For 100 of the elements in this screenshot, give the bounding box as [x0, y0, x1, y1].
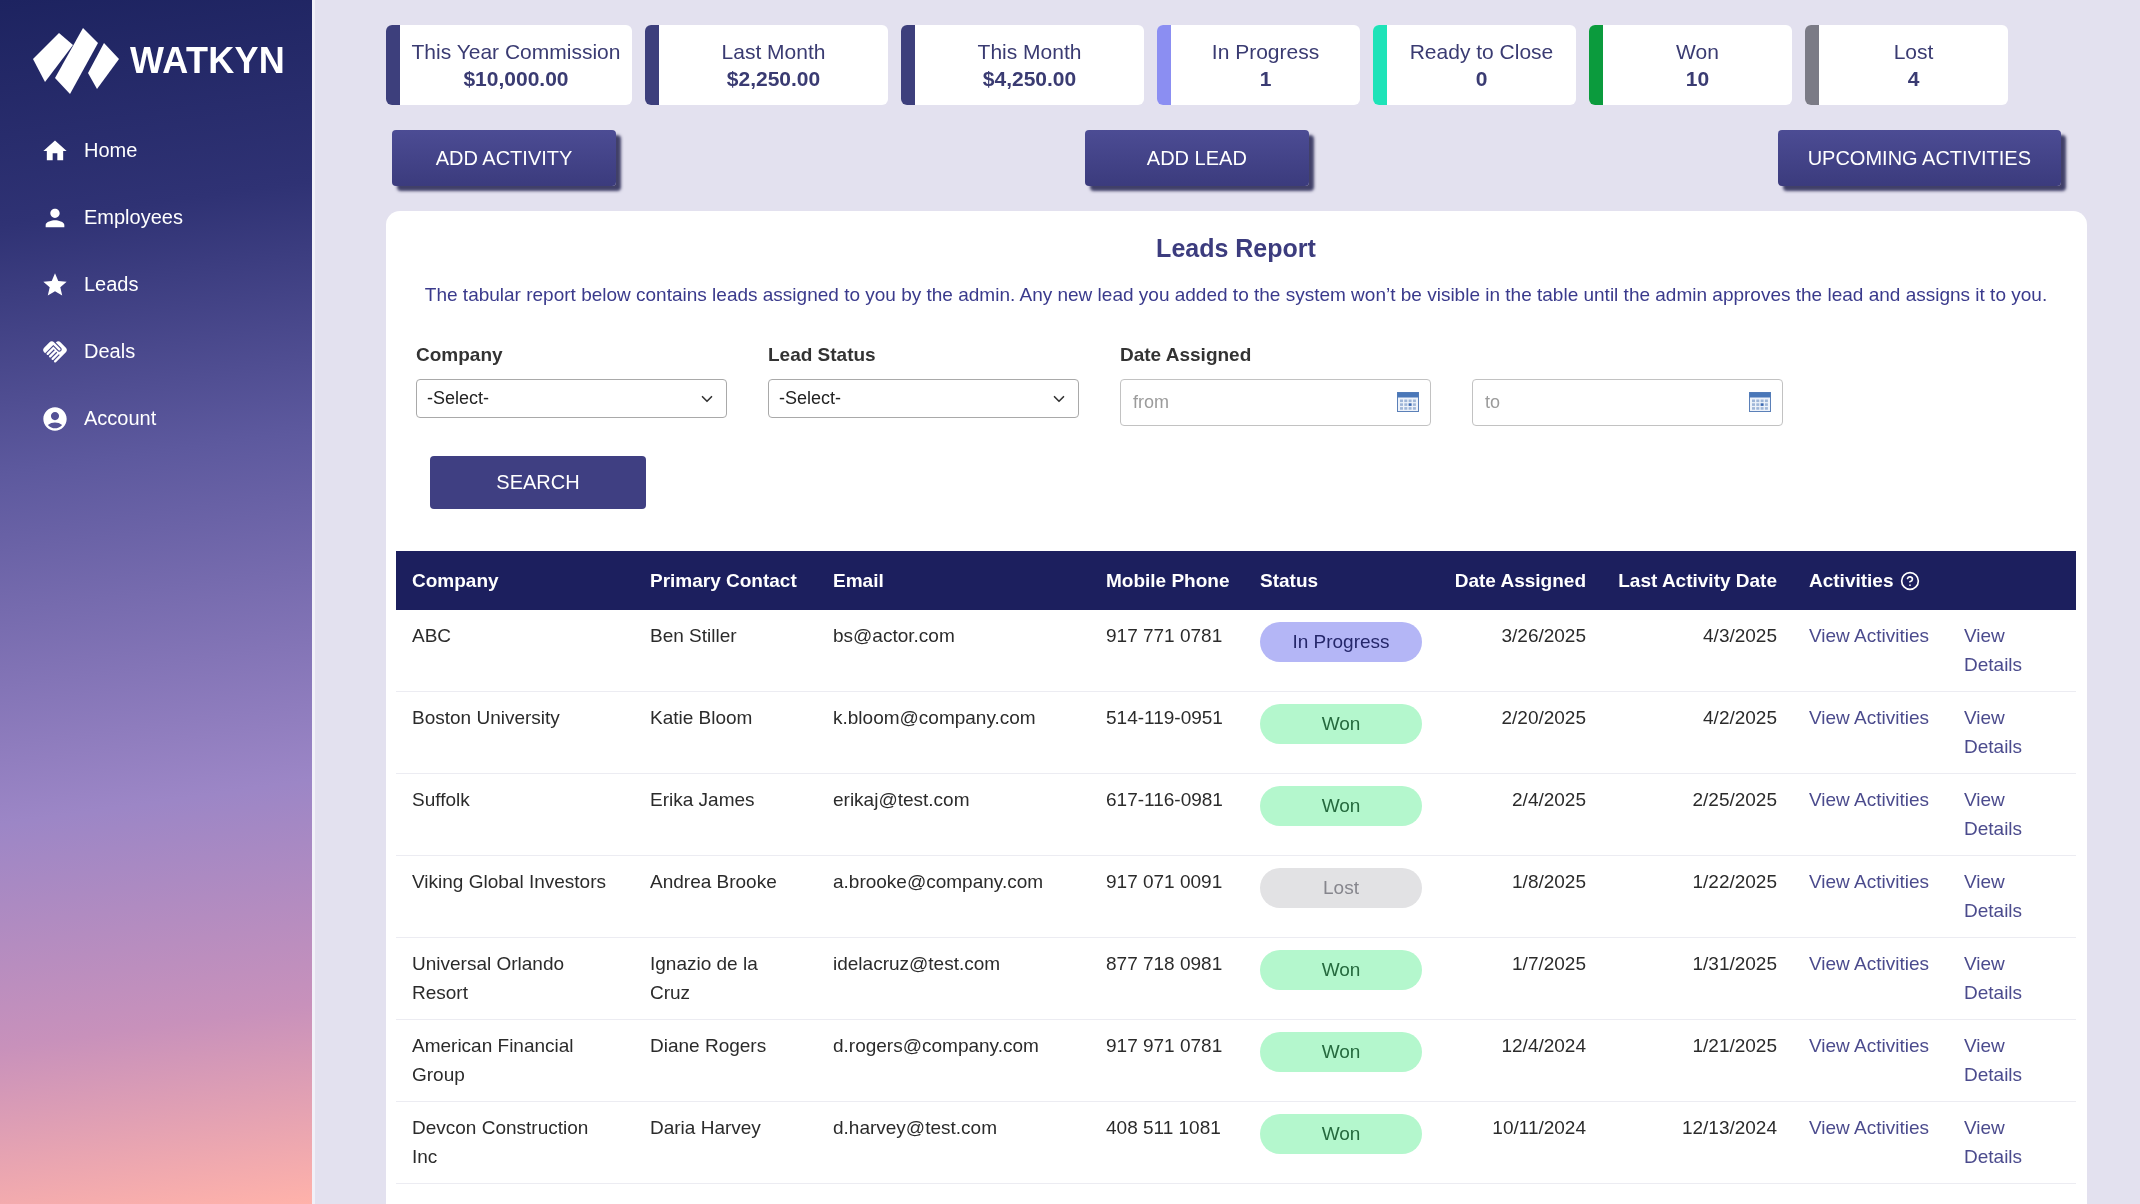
column-header: Activities: [1809, 569, 1894, 591]
nav-item[interactable]: Leads: [41, 251, 312, 318]
select-field[interactable]: -Select-: [768, 379, 1079, 418]
calendar-icon[interactable]: [1397, 392, 1419, 412]
table-cell-text: Diane Rogers: [650, 1034, 767, 1058]
column-header: Mobile Phone: [1106, 569, 1230, 591]
date-field[interactable]: from: [1120, 379, 1431, 426]
view-activities-link[interactable]: View Activities: [1809, 1032, 1930, 1061]
column-header: Date Assigned: [1454, 569, 1586, 591]
stat-label: In Progress: [1211, 39, 1320, 65]
table-cell-text: a.brooke@company.com: [833, 870, 1044, 894]
table-cell-text: k.bloom@company.com: [833, 706, 1036, 730]
column-header: Company: [412, 569, 499, 591]
table-cell-text: Boston University: [412, 706, 560, 730]
table-cell-text: Katie Bloom: [650, 706, 753, 730]
table-cell-text: 4/2/2025: [1703, 706, 1777, 730]
table-cell-text: Devcon Construction Inc: [412, 1116, 590, 1169]
view-activities-link[interactable]: View Activities: [1809, 704, 1930, 733]
status-tag: Won: [1260, 704, 1422, 744]
view-details-link[interactable]: View Details: [1964, 786, 2023, 843]
nav-item[interactable]: Deals: [41, 318, 312, 385]
report-description: The tabular report below contains leads assigned to you by the admin. Any new lead you added to the system won’t be visible in the table until the admin approves the lead and assigns it to you.: [423, 283, 2049, 307]
stat-label: This Month: [977, 39, 1082, 65]
nav-item[interactable]: Account: [41, 385, 312, 452]
status-tag: In Progress: [1260, 622, 1422, 662]
table-cell-text: Ben Stiller: [650, 624, 737, 648]
table-cell-text: Viking Global Investors: [412, 870, 606, 894]
logo-text: WATKYN: [130, 41, 286, 81]
column-header: Primary Contact: [650, 569, 797, 591]
view-details-link[interactable]: View Details: [1964, 622, 2023, 679]
filter-label: Company: [416, 343, 503, 367]
search-button[interactable]: SEARCH: [430, 456, 646, 509]
table-cell-text: 617-116-0981: [1106, 788, 1223, 812]
table-cell-text: Suffolk: [412, 788, 470, 812]
stat-label: This Year Commission: [411, 39, 621, 65]
stat-label: Lost: [1893, 39, 1934, 65]
view-activities-link[interactable]: View Activities: [1809, 950, 1930, 979]
column-header: Last Activity Date: [1618, 569, 1777, 591]
table-cell-text: 1/21/2025: [1692, 1034, 1777, 1058]
column-header: Email: [833, 569, 884, 591]
table-cell-text: 3/26/2025: [1501, 624, 1586, 648]
table-cell-text: 2/20/2025: [1501, 706, 1586, 730]
table-cell-text: 1/7/2025: [1512, 952, 1586, 976]
filter-label: Date Assigned: [1120, 343, 1252, 367]
table-cell-text: American Financial Group: [412, 1034, 575, 1087]
stat-value: 10: [1685, 66, 1710, 92]
stat-label: Ready to Close: [1409, 39, 1554, 65]
table-cell-text: Daria Harvey: [650, 1116, 761, 1140]
table-cell-text: 917 971 0781: [1106, 1034, 1223, 1058]
add-activity-button[interactable]: ADD ACTIVITY: [392, 130, 616, 186]
status-tag: Won: [1260, 950, 1422, 990]
table-cell-text: 408 511 1081: [1106, 1116, 1221, 1140]
stat-value: $2,250.00: [726, 66, 821, 92]
view-activities-link[interactable]: View Activities: [1809, 622, 1930, 651]
table-cell-text: 2/4/2025: [1512, 788, 1586, 812]
stat-value: 4: [1907, 66, 1920, 92]
stat-label: Won: [1676, 39, 1719, 65]
status-tag: Won: [1260, 1032, 1422, 1072]
view-details-link[interactable]: View Details: [1964, 868, 2023, 925]
table-cell-text: 917 771 0781: [1106, 624, 1223, 648]
table-cell-text: 10/11/2024: [1492, 1116, 1586, 1140]
calendar-icon[interactable]: [1749, 392, 1771, 412]
view-activities-link[interactable]: View Activities: [1809, 786, 1930, 815]
date-field[interactable]: to: [1472, 379, 1783, 426]
table-cell-text: 1/31/2025: [1692, 952, 1777, 976]
add-lead-button[interactable]: ADD LEAD: [1084, 130, 1309, 186]
table-cell-text: 12/4/2024: [1501, 1034, 1586, 1058]
table-cell-text: 514-119-0951: [1106, 706, 1223, 730]
nav-item[interactable]: Home: [41, 117, 312, 184]
column-header: Status: [1260, 569, 1319, 591]
view-details-link[interactable]: View Details: [1964, 950, 2023, 1007]
status-tag: Won: [1260, 786, 1422, 826]
table-cell-text: bs@actor.com: [833, 624, 955, 648]
table-cell-text: 917 071 0091: [1106, 870, 1223, 894]
nav-item[interactable]: Employees: [41, 184, 312, 251]
table-cell-text: Andrea Brooke: [650, 870, 777, 894]
view-details-link[interactable]: View Details: [1964, 1114, 2023, 1171]
status-tag: Won: [1260, 1114, 1422, 1154]
table-cell-text: ABC: [412, 624, 452, 648]
table-cell-text: 4/3/2025: [1703, 624, 1777, 648]
table-cell-text: 12/13/2024: [1681, 1116, 1777, 1140]
stat-value: 0: [1475, 66, 1488, 92]
table-cell-text: Universal Orlando Resort: [412, 952, 566, 1005]
table-cell-text: d.harvey@test.com: [833, 1116, 997, 1140]
view-details-link[interactable]: View Details: [1964, 1032, 2023, 1089]
table-cell-text: erikaj@test.com: [833, 788, 970, 812]
table-cell-text: Erika James: [650, 788, 755, 812]
view-activities-link[interactable]: View Activities: [1809, 868, 1930, 897]
filter-label: Lead Status: [768, 343, 876, 367]
upcoming-activities-button[interactable]: UPCOMING ACTIVITIES: [1777, 130, 2061, 186]
select-field[interactable]: -Select-: [416, 379, 727, 418]
stat-value: 1: [1259, 66, 1272, 92]
view-activities-link[interactable]: View Activities: [1809, 1114, 1930, 1143]
view-details-link[interactable]: View Details: [1964, 704, 2023, 761]
table-cell-text: idelacruz@test.com: [833, 952, 1001, 976]
table-cell-text: 1/22/2025: [1692, 870, 1777, 894]
help-icon[interactable]: [1900, 570, 1921, 591]
table-cell-text: d.rogers@company.com: [833, 1034, 1039, 1058]
table-cell-text: 2/25/2025: [1692, 788, 1777, 812]
stat-value: $4,250.00: [982, 66, 1077, 92]
